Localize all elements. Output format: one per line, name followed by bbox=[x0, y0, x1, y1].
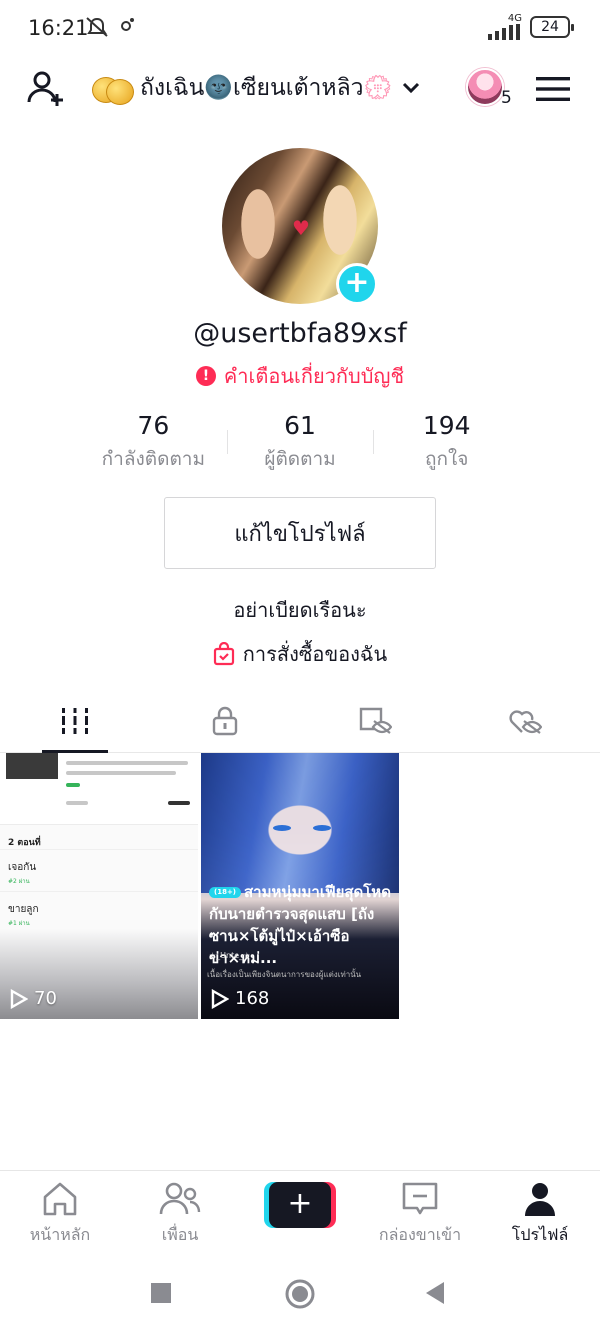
stat-followers[interactable]: 61 ผู้ติดตาม bbox=[226, 408, 374, 480]
view-count-value: 70 bbox=[34, 988, 57, 1009]
account-switcher[interactable]: ถังเฉิน🌚เซียนเต้าหลิว💮 bbox=[92, 70, 420, 106]
system-navigation-bar bbox=[0, 1254, 600, 1333]
friends-icon bbox=[159, 1182, 201, 1215]
play-icon bbox=[211, 988, 229, 1009]
profile-header: ถังเฉิน🌚เซียนเต้าหลิว💮 5 bbox=[0, 58, 600, 122]
profile-bio: อย่าเบียดเรือนะ bbox=[233, 598, 367, 622]
profile-icon bbox=[525, 1183, 555, 1216]
battery-level: 24 bbox=[541, 19, 559, 35]
muted-bell-icon bbox=[86, 17, 108, 37]
stat-label: ผู้ติดตาม bbox=[264, 448, 336, 470]
stat-value: 61 bbox=[284, 411, 316, 440]
bottom-navigation: หน้าหลัก เพื่อน + กล่องขาเข้า โปรไฟล์ bbox=[0, 1170, 600, 1254]
episode-row: ขายลูก #1 ผ่าน bbox=[0, 891, 198, 933]
status-time: 16:21 bbox=[28, 16, 89, 40]
view-count: 70 bbox=[10, 988, 57, 1009]
nav-label: โปรไฟล์ bbox=[511, 1225, 569, 1244]
nav-home[interactable]: หน้าหลัก bbox=[5, 1181, 115, 1248]
play-icon bbox=[10, 988, 28, 1009]
my-orders-link[interactable]: การสั่งซื้อของฉัน bbox=[0, 638, 600, 670]
settings-status-icon bbox=[121, 18, 134, 31]
status-bar: 16:21 4G 24 bbox=[0, 0, 600, 58]
nav-inbox[interactable]: กล่องขาเข้า bbox=[365, 1181, 475, 1248]
view-count-value: 168 bbox=[235, 988, 270, 1009]
episode-row: เจอกัน #2 ผ่าน bbox=[0, 849, 198, 891]
status-right: 4G 24 bbox=[486, 14, 574, 40]
stat-value: 194 bbox=[422, 411, 471, 440]
content-tabs bbox=[0, 690, 600, 753]
hidden-icon bbox=[359, 707, 392, 734]
add-avatar-button[interactable]: + bbox=[336, 263, 378, 305]
stat-value: 76 bbox=[137, 411, 170, 440]
status-left-icons bbox=[84, 16, 136, 38]
liked-hidden-icon bbox=[509, 710, 542, 734]
plus-icon: + bbox=[269, 1182, 331, 1228]
add-user-icon[interactable] bbox=[26, 68, 66, 108]
profile-handle: @usertbfa89xsf bbox=[193, 318, 407, 349]
heart-decoration: ♥ bbox=[292, 216, 310, 240]
episode-status: #1 ผ่าน bbox=[8, 920, 30, 927]
header-avatar[interactable] bbox=[466, 68, 504, 106]
home-icon bbox=[43, 1182, 77, 1216]
network-type: 4G bbox=[507, 13, 522, 24]
chevron-down-icon bbox=[403, 82, 420, 94]
lock-icon bbox=[212, 706, 238, 736]
stat-label: ถูกใจ bbox=[424, 448, 469, 470]
nav-label: หน้าหลัก bbox=[29, 1225, 91, 1244]
stat-likes[interactable]: 194 ถูกใจ bbox=[373, 408, 520, 480]
thumbnail-content-card bbox=[0, 753, 198, 825]
recents-icon[interactable] bbox=[150, 1282, 172, 1304]
account-warning-text: คำเตือนเกี่ยวกับบัญชี bbox=[223, 364, 405, 388]
inbox-icon bbox=[402, 1182, 438, 1215]
signal-icon bbox=[488, 24, 520, 40]
age-tag: (18+) bbox=[209, 887, 242, 898]
view-count: 168 bbox=[211, 988, 269, 1009]
tab-hidden-reposts[interactable] bbox=[300, 690, 450, 752]
stat-following[interactable]: 76 กำลังติดตาม bbox=[80, 408, 227, 480]
episode-title: ขายลูก bbox=[8, 904, 39, 915]
episode-title: เจอกัน bbox=[8, 862, 37, 873]
edit-profile-button[interactable]: แก้ไขโปรไฟล์ bbox=[164, 497, 436, 569]
warning-icon: ! bbox=[195, 366, 216, 386]
avatar-count-badge: 5 bbox=[501, 88, 512, 108]
nav-label: กล่องขาเข้า bbox=[378, 1225, 462, 1244]
grid-icon bbox=[62, 708, 88, 734]
episode-section-title: 2 ตอนที่ bbox=[8, 838, 41, 848]
nav-friends[interactable]: เพื่อน bbox=[125, 1181, 235, 1248]
thumbnail-description: เนื้อเรื่องเป็นเพียงจินตนาการของผู้แต่งเ… bbox=[207, 970, 362, 979]
profile-stats: 76 กำลังติดตาม 61 ผู้ติดตาม 194 ถูกใจ bbox=[80, 408, 520, 480]
nav-profile[interactable]: โปรไฟล์ bbox=[485, 1181, 595, 1248]
stat-label: กำลังติดตาม bbox=[101, 448, 205, 470]
shopping-bag-icon bbox=[213, 642, 234, 666]
video-thumbnail[interactable]: (18+) สามหนุ่มมาเฟียสุดโหดกับนายตำรวจสุดแ… bbox=[201, 753, 399, 1019]
my-orders-label: การสั่งซื้อของฉัน bbox=[242, 642, 388, 666]
tab-videos[interactable] bbox=[0, 690, 150, 753]
signal-group: 4G bbox=[486, 14, 522, 40]
video-thumbnail[interactable]: 2 ตอนที่ เจอกัน #2 ผ่าน ขายลูก #1 ผ่าน 7… bbox=[0, 753, 198, 1019]
menu-icon[interactable] bbox=[536, 75, 570, 103]
home-system-icon[interactable] bbox=[284, 1278, 316, 1310]
thumbnail-author: ☆_Unte_☆ bbox=[209, 951, 251, 960]
tab-liked[interactable] bbox=[450, 690, 600, 752]
nav-label: เพื่อน bbox=[161, 1225, 199, 1244]
create-button[interactable]: + bbox=[264, 1182, 336, 1228]
back-icon[interactable] bbox=[424, 1281, 446, 1305]
account-warning[interactable]: ! คำเตือนเกี่ยวกับบัญชี bbox=[0, 360, 600, 392]
battery-icon: 24 bbox=[530, 16, 574, 38]
header-display-name: ถังเฉิน🌚เซียนเต้าหลิว💮 bbox=[140, 75, 393, 101]
coins-icon bbox=[92, 71, 134, 105]
episode-status: #2 ผ่าน bbox=[8, 878, 30, 885]
tab-private[interactable] bbox=[150, 690, 300, 752]
